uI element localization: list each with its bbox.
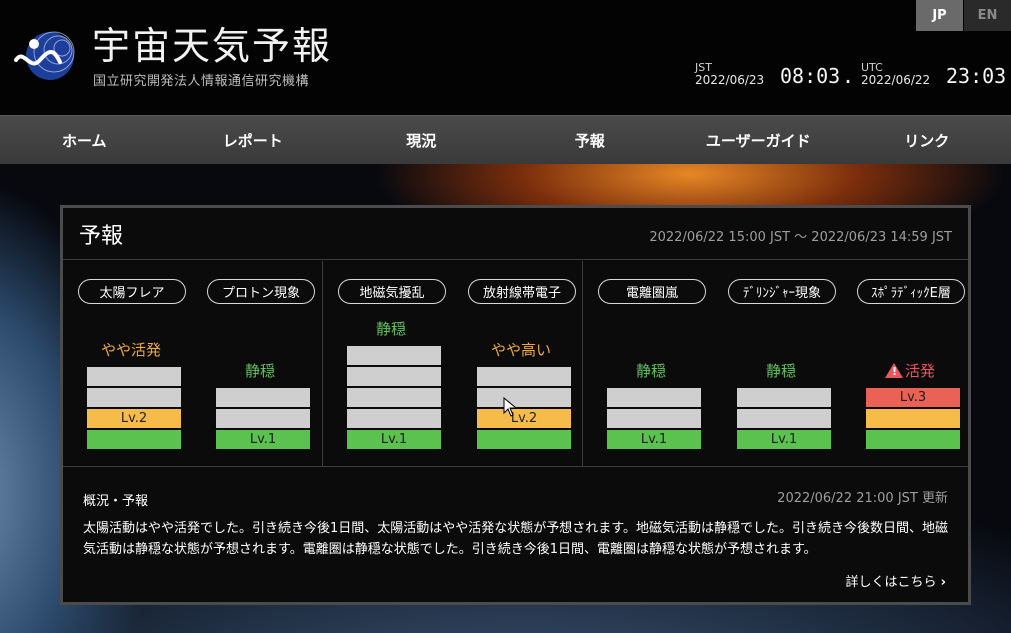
level-bar-1 [87,430,181,449]
forecast-item[interactable]: 地磁気擾乱静穏 Lv.1 [333,261,449,467]
panel-title: 予報 [79,224,124,249]
nav-home[interactable]: ホーム [0,116,169,164]
forecast-item-status: やや活発 [73,339,189,360]
level-bars: Lv.1 [216,386,310,449]
forecast-item-name[interactable]: ｽﾎﾟﾗﾃﾞｨｯｸE層 [857,279,965,304]
forecast-item[interactable]: プロトン現象静穏 Lv.1 [202,261,318,467]
warning-triangle-icon [884,363,903,378]
org-name: 国立研究開発法人情報通信研究機構 [93,74,310,89]
level-bars: Lv.1 [607,386,701,449]
site-title[interactable]: 宇宙天気予報 [92,24,332,68]
level-bar-2 [216,409,310,428]
forecast-item[interactable]: ｽﾎﾟﾗﾃﾞｨｯｸE層活発 Lv.3 [852,261,968,467]
forecast-item[interactable]: ﾃﾞﾘﾝｼﾞｬｰ現象静穏 Lv.1 [723,261,839,467]
jst-block: JST 2022/06/23 [695,62,765,87]
summary-updated: 2022/06/22 21:00 JST 更新 [777,491,948,506]
nav-forecast[interactable]: 予報 [506,116,675,164]
more-link[interactable]: 詳しくはこちら › [845,571,946,590]
status-label: やや高い [490,341,551,359]
level-bar-5 [347,346,441,365]
level-bars: Lv.2 [477,365,571,449]
clock-separator-icon: . [842,64,855,88]
status-label: 静穏 [244,362,275,380]
summary-title: 概況・予報 [83,494,149,509]
level-bars: Lv.2 [87,365,181,449]
nav-user-guide[interactable]: ユーザーガイド [674,116,843,164]
level-bar-3 [607,388,701,407]
level-bar-3 [477,388,571,407]
status-label: 静穏 [375,320,406,338]
status-label: 静穏 [765,362,796,380]
level-bar-2: Lv.2 [477,409,571,428]
group-divider [582,261,583,467]
utc-date: 2022/06/22 [861,73,931,87]
level-bar-2 [607,409,701,428]
level-bars: Lv.1 [347,344,441,449]
level-bar-1: Lv.1 [607,430,701,449]
level-bar-1: Lv.1 [347,430,441,449]
forecast-item[interactable]: 放射線帯電子やや高い Lv.2 [463,261,579,467]
summary-text: 太陽活動はやや活発でした。引き続き今後1日間、太陽活動はやや活発な状態が予想され… [83,521,948,557]
forecast-period: 2022/06/22 15:00 JST 〜 2022/06/23 14:59 … [649,230,952,245]
forecast-item-name[interactable]: プロトン現象 [207,279,315,304]
summary-section: 概況・予報 2022/06/22 21:00 JST 更新 太陽活動はやや活発で… [63,468,968,602]
jst-date: 2022/06/23 [695,73,765,87]
level-bar-3: Lv.3 [866,388,960,407]
forecast-item-name[interactable]: ﾃﾞﾘﾝｼﾞｬｰ現象 [728,279,836,304]
level-bar-3 [216,388,310,407]
status-label: 活発 [904,362,935,380]
forecast-item-name[interactable]: 地磁気擾乱 [338,279,446,304]
level-bar-4 [347,367,441,386]
forecast-item[interactable]: 太陽フレアやや活発 Lv.2 [73,261,189,467]
utc-block: UTC 2022/06/22 [861,62,931,87]
level-bar-2 [737,409,831,428]
forecast-item-name[interactable]: 放射線帯電子 [468,279,576,304]
forecast-item-status: 静穏 [593,360,709,381]
more-link-label: 詳しくはこちら [845,575,937,590]
nav-report[interactable]: レポート [169,116,338,164]
status-label: 静穏 [635,362,666,380]
lang-en-button[interactable]: EN [964,0,1011,31]
forecast-item-status: やや高い [463,339,579,360]
forecast-item-status: 静穏 [723,360,839,381]
forecast-item-status: 静穏 [333,318,449,339]
level-bar-4 [87,367,181,386]
level-bar-2 [347,409,441,428]
panel-header: 予報 2022/06/22 15:00 JST 〜 2022/06/23 14:… [63,208,968,260]
level-bar-2: Lv.2 [87,409,181,428]
group-divider [322,261,323,467]
forecast-item-name[interactable]: 太陽フレア [78,279,186,304]
level-bar-1 [866,430,960,449]
nav-current[interactable]: 現況 [337,116,506,164]
utc-time: 23:03 [946,64,1007,88]
chevron-right-icon: › [940,575,946,590]
level-bars: Lv.1 [737,386,831,449]
level-bar-4 [477,367,571,386]
lang-jp-button[interactable]: JP [916,0,963,31]
forecast-items: 太陽フレアやや活発 Lv.2 プロトン現象静穏 Lv.1 地磁気擾乱静穏 Lv.1 放射線帯… [63,261,968,467]
forecast-item-status: 活発 [852,360,968,381]
nav-links[interactable]: リンク [843,116,1011,164]
level-bars: Lv.3 [866,386,960,449]
level-bar-3 [87,388,181,407]
level-bar-3 [347,388,441,407]
status-label: やや活発 [100,341,161,359]
site-header: 宇宙天気予報 国立研究開発法人情報通信研究機構 JP EN JST 2022/0… [0,0,1011,115]
level-bar-1: Lv.1 [216,430,310,449]
forecast-item-status: 静穏 [202,360,318,381]
mouse-cursor-icon [503,397,517,417]
forecast-item-name[interactable]: 電離圏嵐 [598,279,706,304]
main-nav: ホーム レポート 現況 予報 ユーザーガイド リンク [0,115,1011,164]
forecast-item[interactable]: 電離圏嵐静穏 Lv.1 [593,261,709,467]
level-bar-2 [866,409,960,428]
level-bar-3 [737,388,831,407]
level-bar-1: Lv.1 [737,430,831,449]
jst-time: 08:03 [780,64,841,88]
nict-logo-icon[interactable] [14,28,76,86]
level-bar-1 [477,430,571,449]
